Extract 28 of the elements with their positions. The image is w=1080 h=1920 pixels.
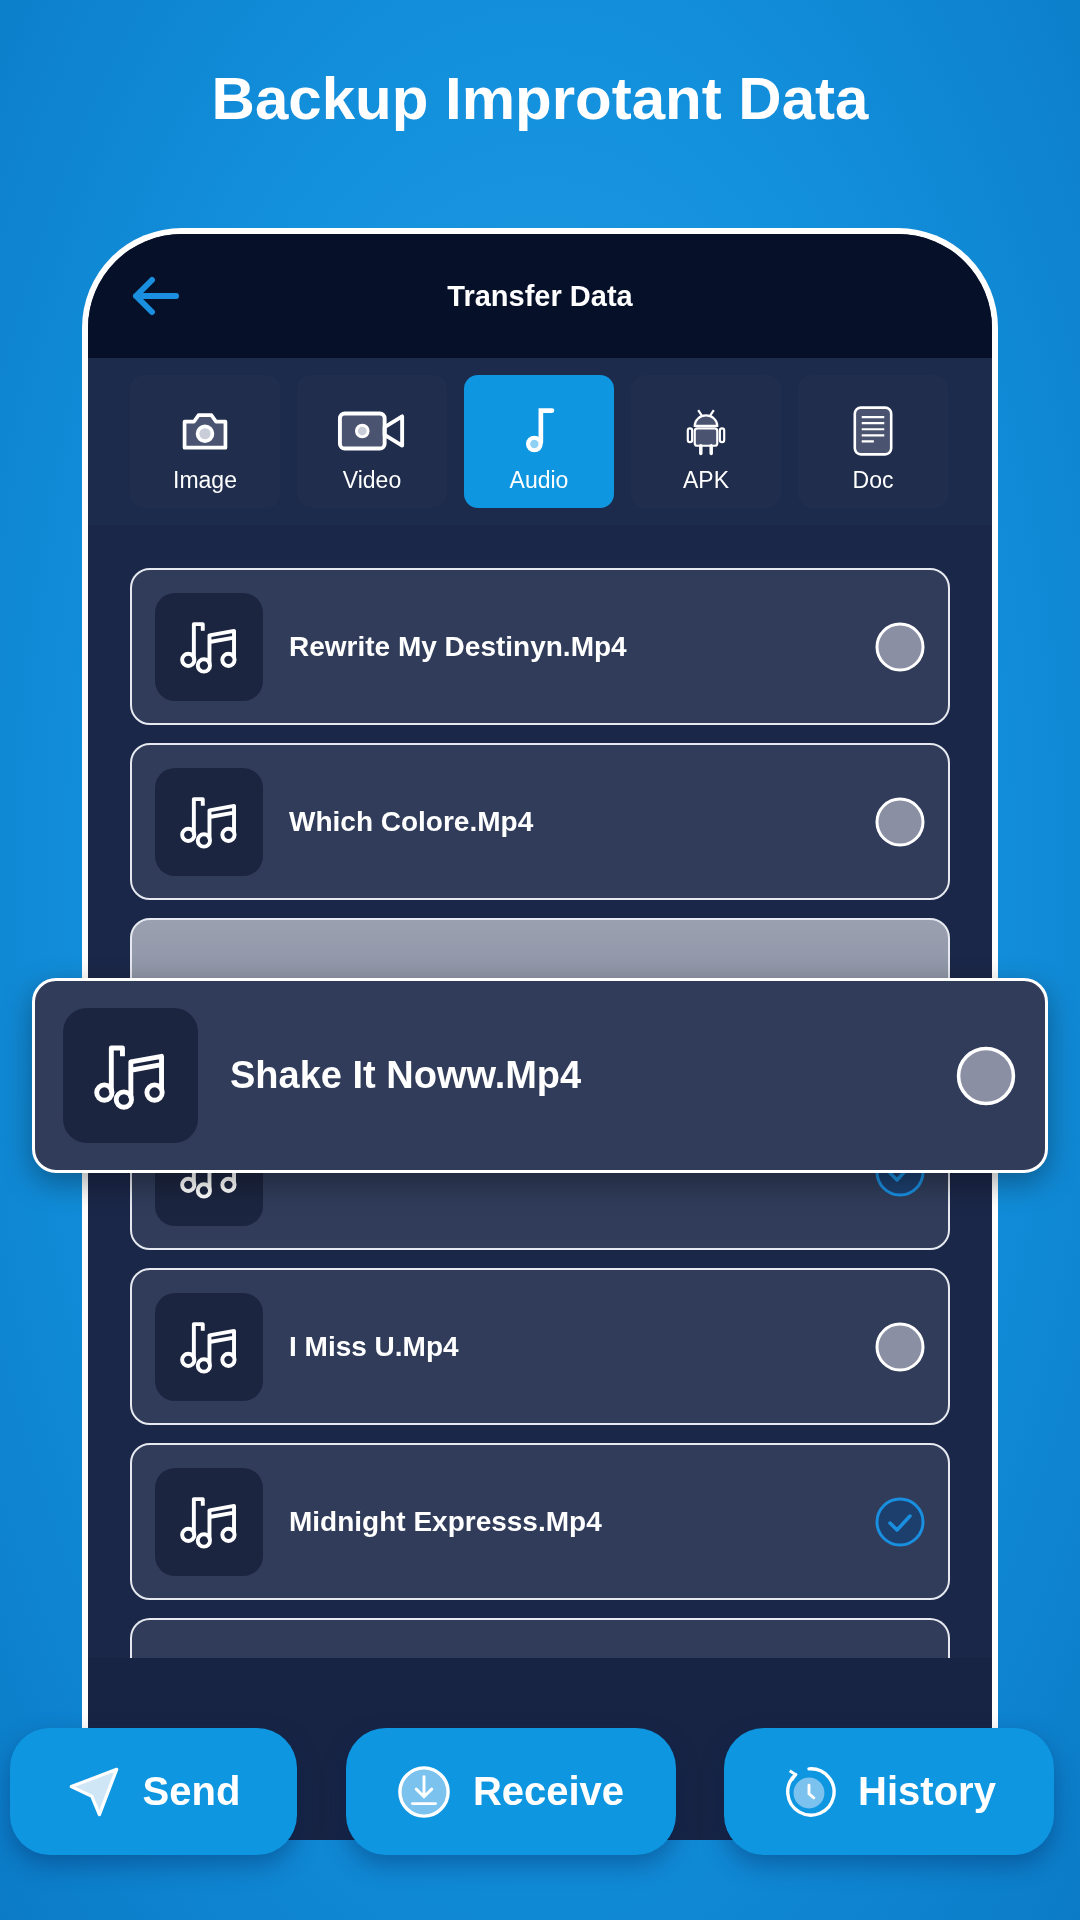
- file-row[interactable]: Rewrite My Destinyn.Mp4: [130, 568, 950, 725]
- category-tab[interactable]: Doc: [798, 375, 948, 508]
- back-arrow-icon[interactable]: [130, 276, 180, 316]
- audio-file-icon: [155, 767, 263, 876]
- select-checkbox[interactable]: [874, 1320, 926, 1373]
- category-tab[interactable]: APK: [631, 375, 781, 508]
- zoomed-row-tooltip[interactable]: Shake It Noww.Mp4: [32, 978, 1048, 1173]
- screen-title: Transfer Data: [447, 279, 633, 313]
- audio-file-icon: [155, 592, 263, 701]
- select-checkbox[interactable]: [874, 1495, 926, 1548]
- file-name: Rewrite My Destinyn.Mp4: [289, 630, 627, 663]
- file-name: I Miss U.Mp4: [289, 1330, 459, 1363]
- file-name: Midnight Expresss.Mp4: [289, 1505, 602, 1538]
- category-tab[interactable]: Video: [297, 375, 447, 508]
- select-checkbox[interactable]: [955, 1044, 1017, 1107]
- file-name: Shake It Noww.Mp4: [230, 1054, 582, 1097]
- download-icon: [396, 1764, 451, 1819]
- audio-file-icon: [155, 1467, 263, 1576]
- select-checkbox[interactable]: [874, 795, 926, 848]
- file-row[interactable]: Midnight Expresss.Mp4: [130, 1443, 950, 1600]
- file-name: Which Colore.Mp4: [289, 805, 534, 838]
- headline: Backup Improtant Data: [211, 64, 869, 134]
- select-checkbox[interactable]: [874, 620, 926, 673]
- file-row[interactable]: Which Colore.Mp4: [130, 743, 950, 900]
- file-row[interactable]: I Miss U.Mp4: [130, 1268, 950, 1425]
- audio-file-icon: [155, 1292, 263, 1401]
- category-tab[interactable]: Image: [130, 375, 280, 508]
- audio-file-icon: [63, 1008, 198, 1143]
